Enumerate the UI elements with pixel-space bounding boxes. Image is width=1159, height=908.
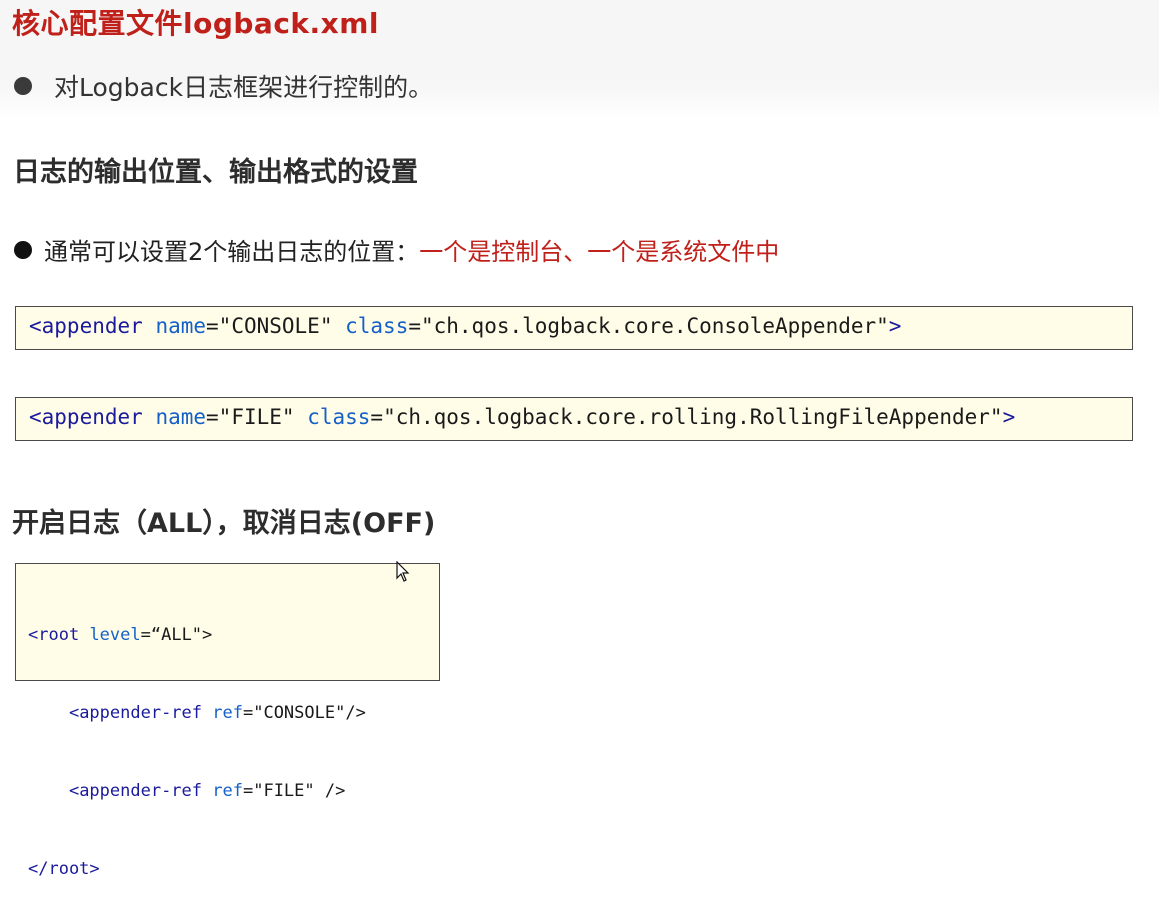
xml-tag-close: > <box>1002 405 1016 429</box>
xml-attr: name <box>155 405 207 429</box>
intro-bullet: 对Logback日志框架进行控制的。 <box>14 68 433 104</box>
xml-tag-close: > <box>888 314 902 338</box>
xml-value: =“ALL"> <box>140 625 213 645</box>
code-line: <appender name="FILE" class="ch.qos.logb… <box>29 405 1015 429</box>
xml-value: ="CONSOLE" <box>206 314 333 338</box>
xml-tag: <appender <box>29 314 143 338</box>
code-block-file-appender: <appender name="FILE" class="ch.qos.logb… <box>15 397 1133 441</box>
section-heading-level: 开启日志（ALL），取消日志(OFF) <box>12 508 436 539</box>
locations-text: 通常可以设置2个输出日志的位置： <box>44 238 420 266</box>
xml-attr: ref <box>212 703 243 723</box>
code-line: <appender name="CONSOLE" class="ch.qos.l… <box>29 314 901 338</box>
xml-attr: level <box>89 625 141 645</box>
code-line: <appender-ref ref="CONSOLE"/> <box>28 700 439 726</box>
code-line: <appender-ref ref="FILE" /> <box>28 778 439 804</box>
xml-attr: ref <box>212 781 243 801</box>
intro-text: 对Logback日志框架进行控制的。 <box>54 73 434 102</box>
xml-tag: <root <box>28 625 80 645</box>
xml-value: ="ch.qos.logback.core.ConsoleAppender" <box>408 314 889 338</box>
xml-value: ="ch.qos.logback.core.rolling.RollingFil… <box>370 405 1003 429</box>
xml-attr: class <box>307 405 371 429</box>
xml-value: ="CONSOLE"/> <box>242 703 366 723</box>
bullet-icon <box>14 77 32 95</box>
bullet-icon <box>14 240 32 259</box>
code-line: <root level=“ALL"> <box>28 622 439 648</box>
xml-value: ="FILE" /> <box>242 781 346 801</box>
code-block-root-config: <root level=“ALL"> <appender-ref ref="CO… <box>15 563 440 879</box>
xml-tag: <appender-ref <box>68 781 203 801</box>
slide-title: 核心配置文件logback.xml <box>12 7 380 40</box>
xml-tag: </root> <box>28 859 100 879</box>
section-heading-output: 日志的输出位置、输出格式的设置 <box>13 157 418 188</box>
code-block-console-appender: <appender name="CONSOLE" class="ch.qos.l… <box>15 306 1133 350</box>
mouse-cursor-icon <box>396 561 410 582</box>
xml-tag: <appender-ref <box>68 703 203 723</box>
xml-value: ="FILE" <box>206 405 295 429</box>
code-line: </root> <box>28 856 439 882</box>
xml-tag: <appender <box>29 405 143 429</box>
xml-attr: class <box>345 314 409 338</box>
locations-highlight: 一个是控制台、一个是系统文件中 <box>419 238 780 266</box>
xml-attr: name <box>155 314 207 338</box>
locations-bullet: 通常可以设置2个输出日志的位置： 一个是控制台、一个是系统文件中 <box>14 232 779 267</box>
